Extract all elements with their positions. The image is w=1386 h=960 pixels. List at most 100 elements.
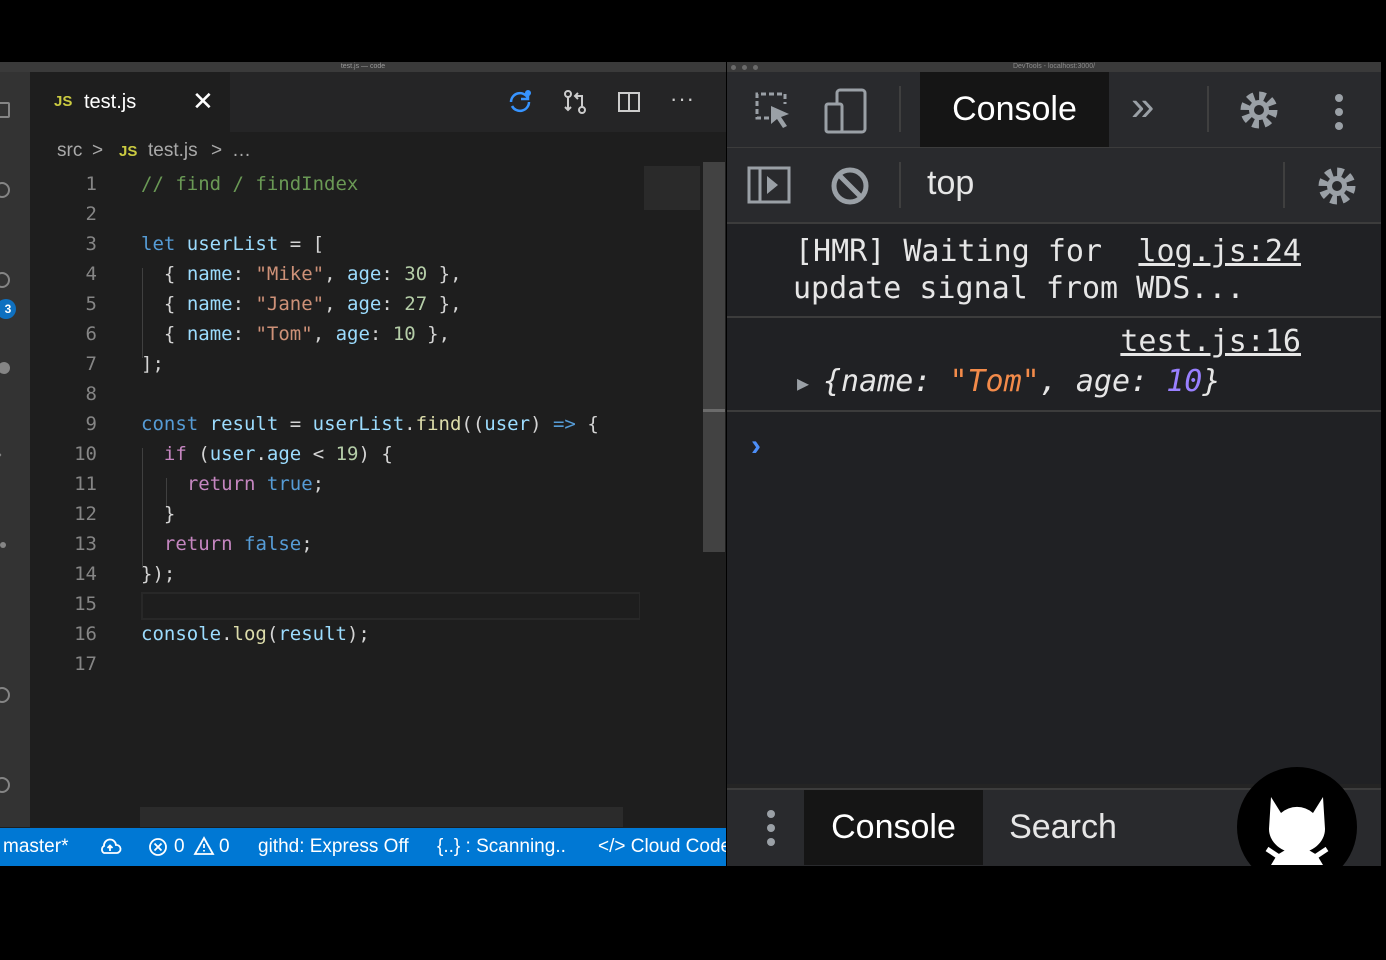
code-line[interactable]: 15: [30, 589, 640, 619]
explorer-icon[interactable]: [0, 102, 10, 118]
githd-status[interactable]: githd: Express Off: [258, 836, 409, 858]
warning-count[interactable]: 0: [219, 836, 230, 858]
window-zoom-dot[interactable]: [753, 65, 758, 70]
branch-status[interactable]: master*: [3, 836, 68, 858]
code-line[interactable]: 16 console.log(result);: [30, 619, 640, 649]
code-text[interactable]: return false;: [141, 529, 313, 559]
drawer-menu-icon[interactable]: [761, 808, 781, 848]
code-line[interactable]: 6 { name: "Tom", age: 10 },: [30, 319, 640, 349]
code-line[interactable]: 11 return true;: [30, 469, 640, 499]
code-text[interactable]: return true;: [141, 469, 324, 499]
code-line[interactable]: 5 { name: "Jane", age: 27 },: [30, 289, 640, 319]
more-actions-icon[interactable]: ···: [670, 86, 695, 112]
code-line[interactable]: 12 }: [30, 499, 640, 529]
editor-tab-bar: JS test.js ✕ ···: [30, 72, 726, 132]
line-number: 10: [74, 443, 97, 465]
divider: [1283, 162, 1285, 208]
close-icon[interactable]: ✕: [192, 86, 214, 117]
tab-console[interactable]: Console: [920, 72, 1109, 147]
line-number: 17: [74, 653, 97, 675]
code-text[interactable]: let userList = [: [141, 229, 324, 259]
code-line[interactable]: 7];: [30, 349, 640, 379]
code-line[interactable]: 4 { name: "Mike", age: 30 },: [30, 259, 640, 289]
account-icon[interactable]: [0, 687, 10, 703]
expand-triangle-icon[interactable]: ▶: [797, 371, 809, 395]
chevron-right-icon: >: [92, 140, 104, 161]
code-text[interactable]: { name: "Jane", age: 27 },: [141, 289, 462, 319]
gear-icon[interactable]: [0, 777, 10, 793]
extensions-icon[interactable]: [0, 542, 6, 548]
source-control-icon[interactable]: [0, 272, 10, 288]
drawer-tab-search[interactable]: Search: [993, 790, 1133, 865]
vscode-window: test.js — code 3 › JS test.js ✕: [0, 62, 726, 866]
scanning-status[interactable]: {..} : Scanning..: [437, 836, 566, 858]
code-editor[interactable]: 1 // find / findIndex 2 3 let userList = [4 …: [30, 169, 641, 810]
cloud-upload-icon[interactable]: [98, 837, 122, 857]
clear-console-icon[interactable]: [830, 166, 870, 206]
run-icon[interactable]: ›: [0, 444, 2, 465]
code-text[interactable]: }: [141, 499, 175, 529]
avatar: [1237, 767, 1357, 887]
more-vertical-icon[interactable]: [1329, 92, 1349, 132]
window-minimize-dot[interactable]: [742, 65, 747, 70]
cloud-code-status[interactable]: </> Cloud Code: [598, 836, 726, 858]
more-tabs-icon[interactable]: »: [1131, 82, 1154, 130]
object-string-value: "Tom": [949, 364, 1040, 399]
code-line[interactable]: 2: [30, 199, 640, 229]
code-text[interactable]: { name: "Tom", age: 10 },: [141, 319, 450, 349]
code-line[interactable]: 9 const result = userList.find((user) => …: [30, 409, 640, 439]
logged-object[interactable]: {name: "Tom", age: 10}: [823, 364, 1220, 399]
debug-icon[interactable]: [0, 362, 10, 374]
console-settings-icon[interactable]: [1317, 166, 1357, 206]
window-title: test.js — code: [0, 62, 726, 72]
code-line[interactable]: 10 if (user.age < 19) {: [30, 439, 640, 469]
line-number: 9: [85, 413, 97, 435]
vertical-scrollbar[interactable]: [703, 162, 725, 552]
chevron-right-icon: >: [211, 140, 223, 161]
breadcrumb-folder[interactable]: src: [57, 140, 82, 162]
sync-icon[interactable]: [506, 88, 534, 116]
code-line[interactable]: 3 let userList = [: [30, 229, 640, 259]
context-selector[interactable]: top: [927, 164, 974, 203]
split-editor-icon[interactable]: [615, 88, 643, 116]
tab-test-js[interactable]: JS test.js ✕: [30, 72, 230, 132]
drawer-tab-console[interactable]: Console: [804, 790, 983, 865]
window-close-dot[interactable]: [731, 65, 736, 70]
minimap[interactable]: [640, 162, 704, 827]
source-link[interactable]: log.js:24: [1138, 234, 1301, 269]
code-text[interactable]: if (user.age < 19) {: [141, 439, 393, 469]
horizontal-scrollbar[interactable]: [140, 807, 623, 827]
code-text[interactable]: { name: "Mike", age: 30 },: [141, 259, 462, 289]
code-text[interactable]: const result = userList.find((user) => {: [141, 409, 599, 439]
code-text[interactable]: // find / findIndex: [141, 169, 358, 199]
breadcrumb-file[interactable]: test.js: [148, 140, 198, 162]
code-text[interactable]: });: [141, 559, 175, 589]
js-file-icon: JS: [119, 143, 138, 160]
activity-bar: 3 ›: [0, 72, 30, 827]
line-number: 3: [85, 233, 97, 255]
source-link[interactable]: test.js:16: [1120, 324, 1301, 359]
error-count[interactable]: 0: [174, 836, 185, 858]
minimap-viewport[interactable]: [644, 166, 700, 210]
code-line[interactable]: 8: [30, 379, 640, 409]
code-text[interactable]: console.log(result);: [141, 619, 370, 649]
search-icon[interactable]: [0, 182, 10, 198]
code-line[interactable]: 14});: [30, 559, 640, 589]
code-line[interactable]: 17: [30, 649, 640, 679]
console-prompt[interactable]: ›: [751, 429, 761, 463]
line-number: 2: [85, 203, 97, 225]
code-text[interactable]: ];: [141, 349, 164, 379]
breadcrumb-more[interactable]: …: [232, 140, 251, 162]
device-toolbar-icon[interactable]: [823, 88, 869, 134]
code-line[interactable]: 1 // find / findIndex: [30, 169, 640, 199]
line-number: 13: [74, 533, 97, 555]
error-icon[interactable]: [148, 837, 168, 857]
gear-icon[interactable]: [1239, 90, 1279, 130]
compare-icon[interactable]: [561, 88, 589, 116]
code-line[interactable]: 13 return false;: [30, 529, 640, 559]
sidebar-toggle-icon[interactable]: [747, 166, 791, 204]
divider: [1207, 86, 1209, 132]
object-brace: }: [1202, 364, 1221, 399]
warning-icon[interactable]: [193, 836, 215, 856]
inspect-element-icon[interactable]: [751, 88, 795, 132]
